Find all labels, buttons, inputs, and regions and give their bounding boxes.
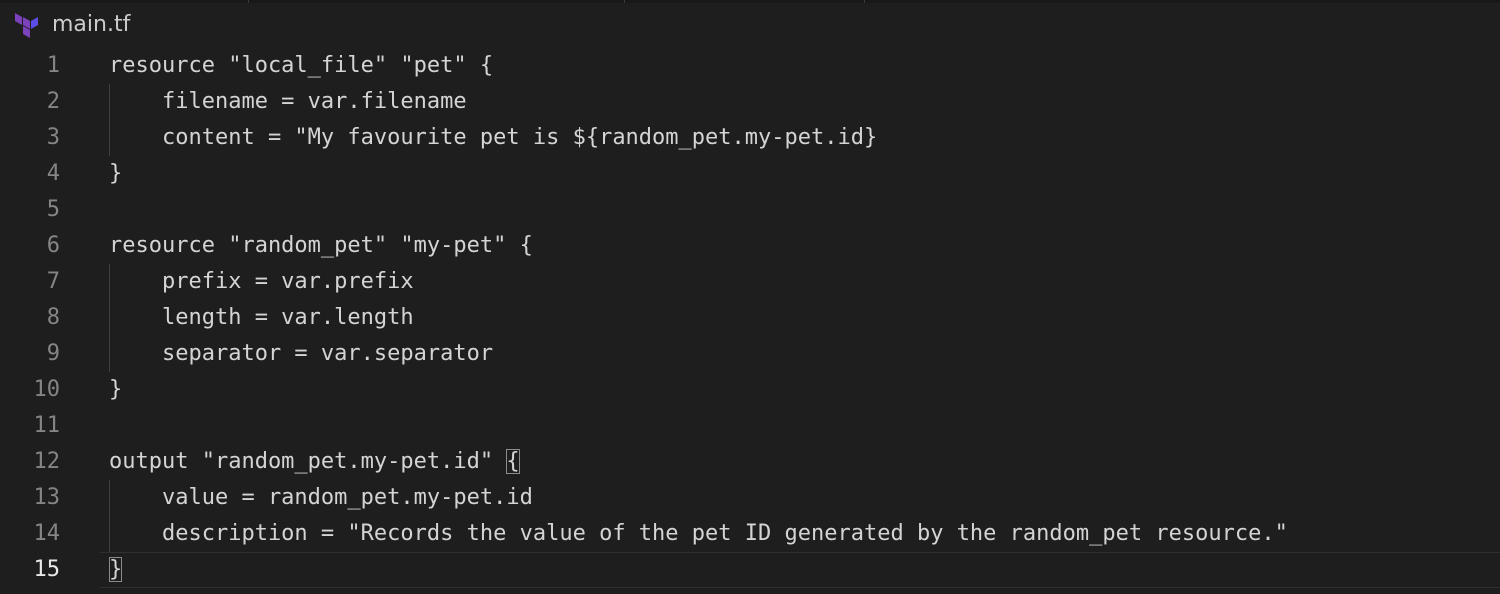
code-line[interactable]: content = "My favourite pet is ${random_… (109, 120, 1500, 156)
line-number: 3 (46, 125, 60, 150)
code-line[interactable]: resource "local_file" "pet" { (109, 48, 1500, 84)
line-number-gutter[interactable]: 1 2 3 4 5 6 7 8 9 10 11 12 13 14 15 (0, 48, 61, 588)
code-line[interactable]: value = random_pet.my-pet.id (109, 480, 1500, 516)
code-text: output "random_pet.my-pet.id" (109, 449, 507, 474)
code-line[interactable]: filename = var.filename (109, 84, 1500, 120)
tab-divider (864, 0, 865, 3)
tab-divider (624, 0, 625, 3)
tab-divider (248, 0, 249, 3)
terraform-icon (15, 13, 38, 38)
matched-bracket-close: } (109, 557, 123, 582)
line-number: 8 (46, 305, 60, 330)
code-line[interactable]: description = "Records the value of the … (109, 516, 1500, 552)
code-line[interactable]: resource "random_pet" "my-pet" { (109, 228, 1500, 264)
tab-bar-edge (0, 0, 1500, 3)
line-number: 4 (46, 161, 60, 186)
code-line[interactable]: prefix = var.prefix (109, 264, 1500, 300)
line-number-active: 15 (33, 557, 61, 582)
code-line[interactable] (109, 408, 1500, 444)
line-number: 5 (46, 197, 60, 222)
code-line[interactable] (109, 192, 1500, 228)
code-line-active[interactable]: } (109, 552, 1500, 588)
code-editor[interactable]: main.tf 1 2 3 4 5 6 7 8 9 10 11 12 13 14… (0, 0, 1500, 594)
line-number: 1 (46, 53, 60, 78)
code-area[interactable]: resource "local_file" "pet" { filename =… (109, 48, 1500, 588)
code-line[interactable]: } (109, 372, 1500, 408)
line-number: 9 (46, 341, 60, 366)
line-number: 14 (33, 521, 61, 546)
line-number: 12 (33, 449, 61, 474)
code-line[interactable]: separator = var.separator (109, 336, 1500, 372)
file-name[interactable]: main.tf (52, 10, 130, 40)
line-number: 7 (46, 269, 60, 294)
line-number: 13 (33, 485, 61, 510)
matched-bracket-open: { (506, 449, 520, 474)
line-number: 2 (46, 89, 60, 114)
code-line[interactable]: length = var.length (109, 300, 1500, 336)
code-line[interactable]: } (109, 156, 1500, 192)
code-line[interactable]: output "random_pet.my-pet.id" { (109, 444, 1500, 480)
line-number: 6 (46, 233, 60, 258)
line-number: 10 (33, 377, 61, 402)
line-number: 11 (33, 413, 61, 438)
